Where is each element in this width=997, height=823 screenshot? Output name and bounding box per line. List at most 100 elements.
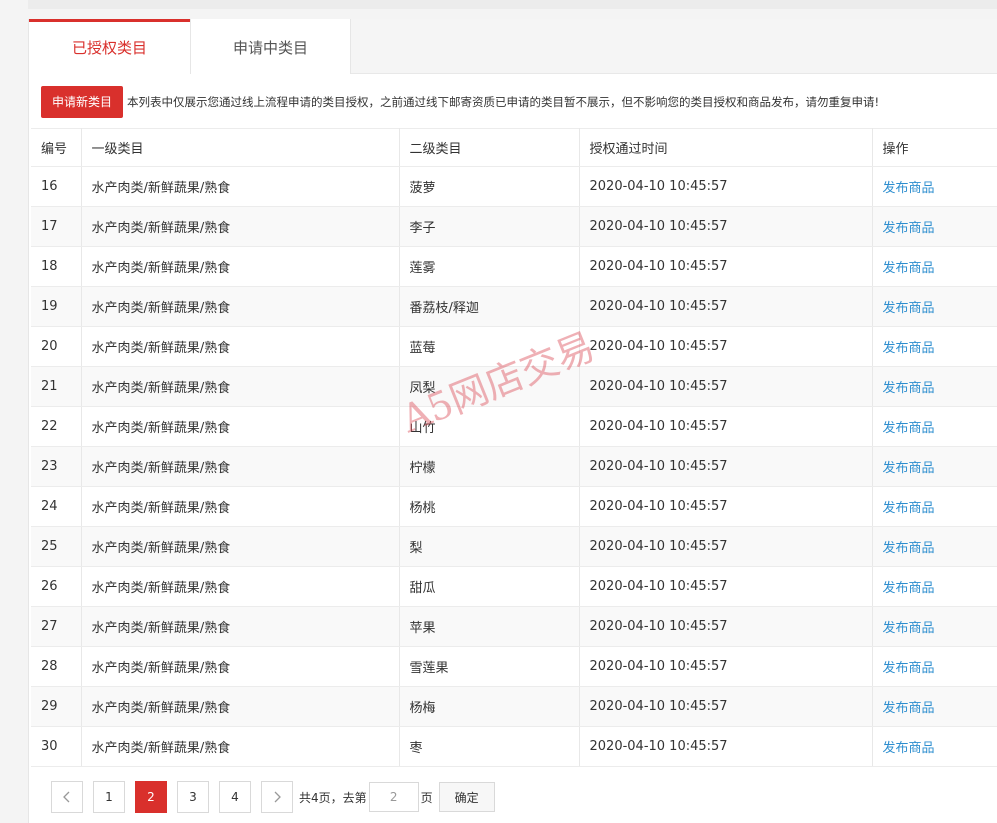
page-button[interactable]: 4: [219, 781, 251, 813]
confirm-goto-button[interactable]: 确定: [438, 782, 495, 812]
cell-primary-category: 水产肉类/新鲜蔬果/熟食: [81, 366, 400, 407]
header-approval-time: 授权通过时间: [579, 128, 873, 167]
cell-id: 17: [31, 206, 82, 247]
cell-secondary-category: 蓝莓: [399, 326, 580, 367]
cell-secondary-category: 李子: [399, 206, 580, 247]
cell-action: 发布商品: [872, 246, 997, 287]
cell-approval-time: 2020-04-10 10:45:57: [579, 726, 873, 767]
cell-primary-category: 水产肉类/新鲜蔬果/熟食: [81, 166, 400, 207]
header-secondary-category: 二级类目: [399, 128, 580, 167]
table-row: 16 水产肉类/新鲜蔬果/熟食 菠萝 2020-04-10 10:45:57 发布商品: [31, 166, 997, 207]
cell-id: 18: [31, 246, 82, 287]
cell-approval-time: 2020-04-10 10:45:57: [579, 606, 873, 647]
publish-product-link[interactable]: 发布商品: [883, 581, 935, 596]
cell-approval-time: 2020-04-10 10:45:57: [579, 566, 873, 607]
cell-primary-category: 水产肉类/新鲜蔬果/熟食: [81, 446, 400, 487]
publish-product-link[interactable]: 发布商品: [883, 181, 935, 196]
cell-id: 19: [31, 286, 82, 327]
goto-page-input[interactable]: [368, 782, 419, 812]
table-row: 28 水产肉类/新鲜蔬果/熟食 雪莲果 2020-04-10 10:45:57 发布商品: [31, 646, 997, 687]
cell-primary-category: 水产肉类/新鲜蔬果/熟食: [81, 566, 400, 607]
cell-action: 发布商品: [872, 166, 997, 207]
header-id: 编号: [31, 128, 82, 167]
cell-action: 发布商品: [872, 486, 997, 527]
tab-bar: 已授权类目 申请中类目: [29, 19, 997, 75]
cell-primary-category: 水产肉类/新鲜蔬果/熟食: [81, 686, 400, 727]
cell-secondary-category: 杨梅: [399, 686, 580, 727]
publish-product-link[interactable]: 发布商品: [883, 541, 935, 556]
cell-action: 发布商品: [872, 406, 997, 447]
page-suffix-text: 页: [420, 790, 433, 805]
total-pages-text: 共4页，去第: [299, 790, 367, 805]
cell-approval-time: 2020-04-10 10:45:57: [579, 246, 873, 287]
cell-action: 发布商品: [872, 326, 997, 367]
table-row: 21 水产肉类/新鲜蔬果/熟食 凤梨 2020-04-10 10:45:57 发布商品: [31, 366, 997, 407]
cell-approval-time: 2020-04-10 10:45:57: [579, 366, 873, 407]
cell-id: 29: [31, 686, 82, 727]
table-header-row: 编号 一级类目 二级类目 授权通过时间 操作: [31, 128, 997, 167]
cell-id: 28: [31, 646, 82, 687]
cell-action: 发布商品: [872, 526, 997, 567]
publish-product-link[interactable]: 发布商品: [883, 221, 935, 236]
cell-secondary-category: 梨: [399, 526, 580, 567]
publish-product-link[interactable]: 发布商品: [883, 621, 935, 636]
publish-product-link[interactable]: 发布商品: [883, 661, 935, 676]
cell-primary-category: 水产肉类/新鲜蔬果/熟食: [81, 486, 400, 527]
table-row: 18 水产肉类/新鲜蔬果/熟食 莲雾 2020-04-10 10:45:57 发布商品: [31, 246, 997, 287]
table-row: 22 水产肉类/新鲜蔬果/熟食 山竹 2020-04-10 10:45:57 发布商品: [31, 406, 997, 447]
publish-product-link[interactable]: 发布商品: [883, 501, 935, 516]
tab-authorized-categories[interactable]: 已授权类目: [29, 19, 190, 75]
publish-product-link[interactable]: 发布商品: [883, 741, 935, 756]
cell-action: 发布商品: [872, 646, 997, 687]
cell-primary-category: 水产肉类/新鲜蔬果/熟食: [81, 606, 400, 647]
cell-secondary-category: 枣: [399, 726, 580, 767]
page-button[interactable]: 3: [177, 781, 209, 813]
header-action: 操作: [872, 128, 997, 167]
cell-secondary-category: 甜瓜: [399, 566, 580, 607]
table-row: 29 水产肉类/新鲜蔬果/熟食 杨梅 2020-04-10 10:45:57 发布商品: [31, 686, 997, 727]
cell-action: 发布商品: [872, 726, 997, 767]
publish-product-link[interactable]: 发布商品: [883, 701, 935, 716]
cell-id: 30: [31, 726, 82, 767]
table-row: 25 水产肉类/新鲜蔬果/熟食梨 2020-04-10 10:45:57 发布商品: [31, 526, 997, 567]
cell-approval-time: 2020-04-10 10:45:57: [579, 446, 873, 487]
cell-approval-time: 2020-04-10 10:45:57: [579, 326, 873, 367]
top-bar: [28, 0, 997, 9]
page-button[interactable]: 1: [93, 781, 125, 813]
table-row: 19 水产肉类/新鲜蔬果/熟食 番荔枝/释迦 2020-04-10 10:45:57 发…: [31, 286, 997, 327]
cell-id: 26: [31, 566, 82, 607]
publish-product-link[interactable]: 发布商品: [883, 421, 935, 436]
cell-approval-time: 2020-04-10 10:45:57: [579, 206, 873, 247]
cell-secondary-category: 山竹: [399, 406, 580, 447]
cell-approval-time: 2020-04-10 10:45:57: [579, 406, 873, 447]
publish-product-link[interactable]: 发布商品: [883, 341, 935, 356]
pagination: 1 2 3 4 共4页，去第 页 确定: [51, 781, 495, 813]
cell-primary-category: 水产肉类/新鲜蔬果/熟食: [81, 206, 400, 247]
cell-approval-time: 2020-04-10 10:45:57: [579, 286, 873, 327]
cell-action: 发布商品: [872, 286, 997, 327]
cell-primary-category: 水产肉类/新鲜蔬果/熟食: [81, 726, 400, 767]
cell-action: 发布商品: [872, 606, 997, 647]
cell-id: 20: [31, 326, 82, 367]
table-row: 24 水产肉类/新鲜蔬果/熟食 杨桃 2020-04-10 10:45:57 发布商品: [31, 486, 997, 527]
publish-product-link[interactable]: 发布商品: [883, 461, 935, 476]
cell-id: 16: [31, 166, 82, 207]
cell-action: 发布商品: [872, 566, 997, 607]
tab-pending-categories[interactable]: 申请中类目: [190, 19, 351, 74]
page-button-current[interactable]: 2: [135, 781, 167, 813]
table-row: 30 水产肉类/新鲜蔬果/熟食枣 2020-04-10 10:45:57 发布商品: [31, 726, 997, 767]
category-table: 编号 一级类目 二级类目 授权通过时间 操作 16 水产肉类/新鲜蔬果/熟食 菠萝 2…: [31, 128, 997, 767]
publish-product-link[interactable]: 发布商品: [883, 381, 935, 396]
cell-id: 22: [31, 406, 82, 447]
publish-product-link[interactable]: 发布商品: [883, 301, 935, 316]
publish-product-link[interactable]: 发布商品: [883, 261, 935, 276]
prev-page-button[interactable]: [51, 781, 83, 813]
apply-new-category-button[interactable]: 申请新类目: [41, 86, 124, 118]
cell-id: 27: [31, 606, 82, 647]
next-page-button[interactable]: [261, 781, 293, 813]
cell-approval-time: 2020-04-10 10:45:57: [579, 686, 873, 727]
cell-primary-category: 水产肉类/新鲜蔬果/熟食: [81, 526, 400, 567]
cell-id: 25: [31, 526, 82, 567]
cell-secondary-category: 番荔枝/释迦: [399, 286, 580, 327]
cell-secondary-category: 柠檬: [399, 446, 580, 487]
